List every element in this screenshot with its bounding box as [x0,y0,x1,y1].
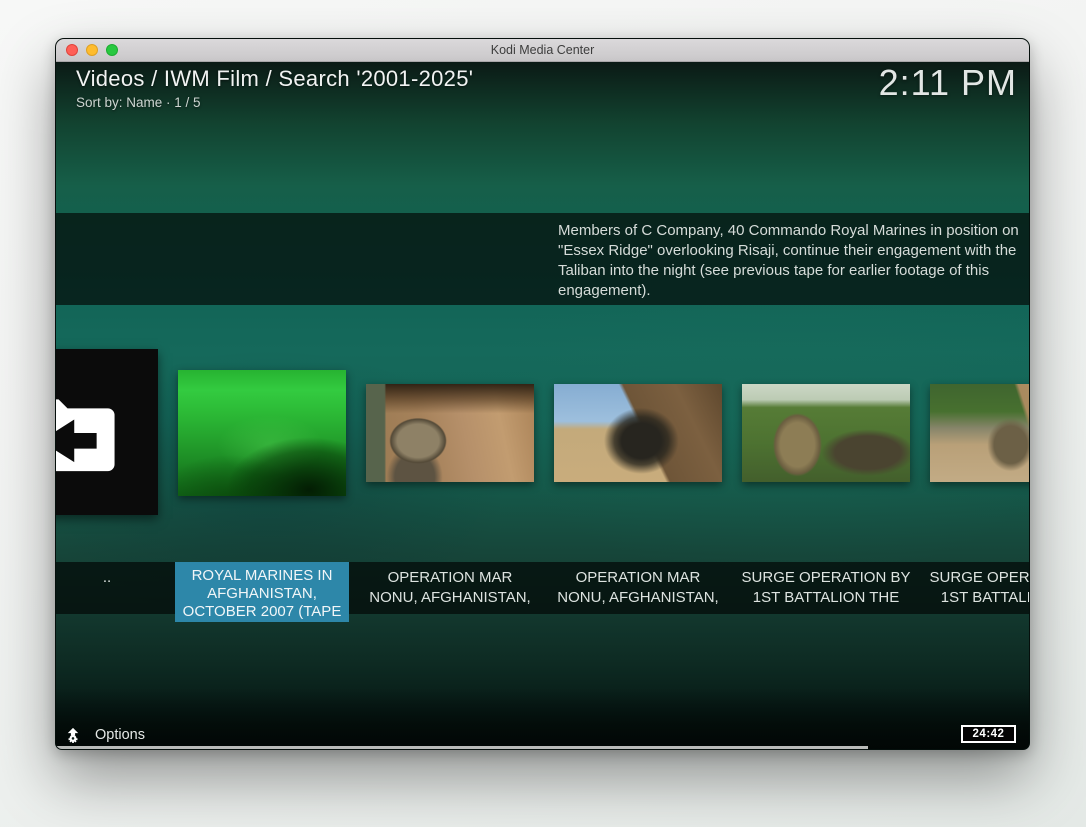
duration-badge: 24:42 [961,725,1016,743]
item-label: SURGE OPERATION BY 1ST BATTALION THE [739,562,913,620]
description-text: Members of C Company, 40 Commando Royal … [558,221,1026,301]
traffic-lights [66,44,118,56]
video-thumbnail-night-vision [178,370,346,496]
options-button[interactable]: Options [64,726,145,744]
video-thumbnail-soldiers-field [742,384,910,482]
horizontal-scrollbar-thumb[interactable] [56,746,868,750]
list-item-video[interactable]: SURGE OPERATION BY 1ST BATTALION THE [930,349,1029,619]
bottom-shade [56,687,1029,750]
breadcrumb: Videos / IWM Film / Search '2001-2025' [76,66,473,92]
list-item-video[interactable]: OPERATION MAR NONU, AFGHANISTAN, [554,349,722,619]
item-label: OPERATION MAR NONU, AFGHANISTAN, [363,562,537,620]
kodi-window: Kodi Media Center Videos / IWM Film / Se… [55,38,1030,750]
page-header: Videos / IWM Film / Search '2001-2025' S… [76,66,473,110]
desktop-background: Kodi Media Center Videos / IWM Film / Se… [0,0,1086,827]
minimize-button[interactable] [86,44,98,56]
item-label: SURGE OPERATION BY 1ST BATTALION THE [927,562,1029,620]
list-item-video[interactable]: ROYAL MARINES IN AFGHANISTAN, OCTOBER 20… [178,349,346,619]
list-item-video[interactable]: OPERATION MAR NONU, AFGHANISTAN, [366,349,534,619]
macos-titlebar[interactable]: Kodi Media Center [56,39,1029,62]
sort-status: Sort by: Name · 1 / 5 [76,95,473,110]
folder-back-icon [56,349,158,515]
options-gear-arrow-icon [64,726,82,744]
video-thumbnail-soldiers-wall [930,384,1029,482]
window-title: Kodi Media Center [56,39,1029,61]
list-item-video[interactable]: SURGE OPERATION BY 1ST BATTALION THE [742,349,910,619]
list-item-parent-folder[interactable]: .. [56,349,158,619]
item-label: .. [56,562,158,620]
item-label: OPERATION MAR NONU, AFGHANISTAN, [551,562,725,620]
close-button[interactable] [66,44,78,56]
video-thumbnail-machine-gun [554,384,722,482]
video-thumbnail-soldier-compound [366,384,534,482]
description-panel: Members of C Company, 40 Commando Royal … [56,213,1029,305]
item-label-selected: ROYAL MARINES IN AFGHANISTAN, OCTOBER 20… [175,562,349,622]
clock: 2:11 PM [879,62,1017,104]
options-label: Options [95,727,145,743]
fullscreen-button[interactable] [106,44,118,56]
kodi-content: Videos / IWM Film / Search '2001-2025' S… [56,62,1029,750]
